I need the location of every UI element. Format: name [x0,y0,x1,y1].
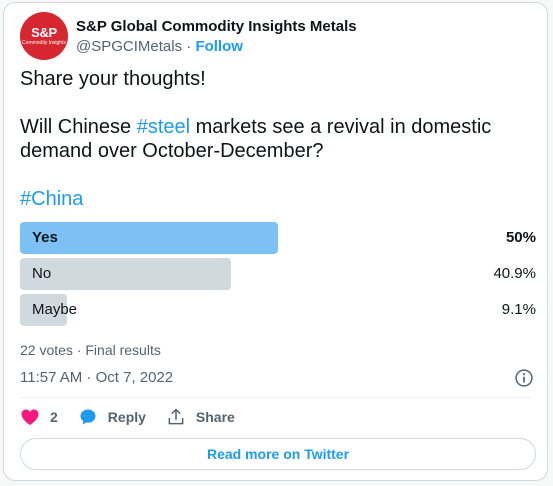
action-bar: 2 Reply Share [20,407,255,427]
tweet-timestamp[interactable]: 11:57 AM · Oct 7, 2022 [20,369,173,386]
poll-option-label: No [32,265,52,282]
heart-icon [21,409,39,425]
poll-bar-no [20,258,231,290]
tweet-line-2: Will Chinese #steel markets see a reviva… [20,115,530,163]
avatar[interactable]: S&P Commodity Insights [20,12,68,60]
reply-bubble-icon [80,409,96,425]
avatar-logo-subtext: Commodity Insights [22,40,66,46]
reply-label: Reply [107,409,146,425]
display-name[interactable]: S&P Global Commodity Insights Metals [76,17,357,36]
like-count: 2 [50,409,58,425]
tweet-line-1: Share your thoughts! [20,68,206,90]
poll-option-label: Maybe [32,301,78,318]
tweet-spacer-2 [20,163,530,187]
tweet-text-before: Will Chinese [20,116,137,138]
share-icon [168,408,184,425]
reply-button[interactable]: Reply [78,407,146,427]
poll-option-percent: 50% [505,229,536,246]
divider [20,397,531,398]
poll: Yes 50% No 40.9% Maybe 9.1% [20,222,536,330]
handle-separator: · [182,37,196,55]
poll-summary: 22 votes · Final results [20,342,161,358]
follow-link[interactable]: Follow [195,38,243,55]
handle[interactable]: @SPGCIMetals [76,38,182,55]
poll-option-percent: 40.9% [493,265,536,282]
tweet-spacer [20,91,530,115]
like-button[interactable]: 2 [20,407,58,427]
tweet-text: Share your thoughts! Will Chinese #steel… [20,67,530,211]
info-icon[interactable] [514,368,534,388]
poll-option-percent: 9.1% [501,301,536,318]
read-more-button[interactable]: Read more on Twitter [20,438,536,470]
hashtag-steel[interactable]: #steel [137,116,190,138]
avatar-logo-text: S&P [31,25,57,40]
handle-line: @SPGCIMetals · Follow [76,37,357,56]
poll-option: No 40.9% [20,258,536,290]
poll-option: Maybe 9.1% [20,294,536,326]
account-names: S&P Global Commodity Insights Metals @SP… [76,17,357,56]
tweet-header: S&P Commodity Insights S&P Global Commod… [20,12,357,60]
tweet-card: S&P Commodity Insights S&P Global Commod… [3,2,548,481]
hashtag-china[interactable]: #China [20,188,83,210]
poll-bar-yes [20,222,278,254]
share-label: Share [195,409,235,425]
poll-option-label: Yes [32,229,58,246]
poll-option: Yes 50% [20,222,536,254]
share-button[interactable]: Share [166,407,235,427]
